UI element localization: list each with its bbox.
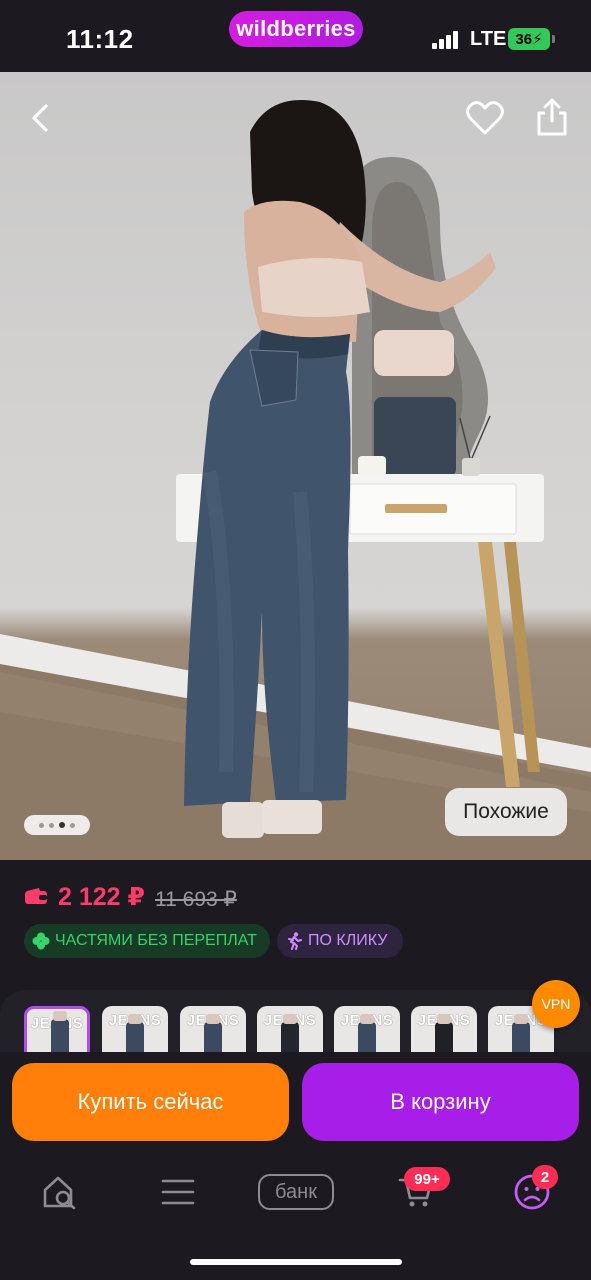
battery-icon: 36 ⚡ (508, 28, 555, 50)
vpn-bubble[interactable]: VPN (532, 980, 580, 1028)
thumbnail-strip[interactable]: JEANS JEANS JEANS JEANS JEANS JEANS JEAN… (0, 990, 591, 1060)
cart-count-badge: 99+ (404, 1167, 450, 1191)
installments-label: ЧАСТЯМИ БЕЗ ПЕРЕПЛАТ (55, 932, 257, 949)
battery-level: 36 (515, 30, 533, 48)
tab-catalog[interactable] (158, 1170, 198, 1214)
chevron-left-icon (32, 104, 48, 132)
gallery-pagination (24, 815, 90, 835)
status-time: 11:12 (66, 24, 134, 54)
current-price: 2 122 ₽ (58, 883, 145, 911)
buy-now-button[interactable]: Купить сейчас (12, 1063, 289, 1141)
pagination-dot (70, 822, 75, 828)
charging-bolt-icon: ⚡ (532, 31, 543, 48)
menu-icon (161, 1179, 195, 1205)
home-search-icon (43, 1176, 76, 1210)
network-type: LTE (470, 28, 507, 50)
installments-badge[interactable]: ЧАСТЯМИ БЕЗ ПЕРЕПЛАТ (24, 924, 270, 958)
product-image (0, 100, 591, 860)
product-photo[interactable]: Похожие (0, 72, 591, 860)
one-click-badge[interactable]: ПО КЛИКУ (277, 924, 403, 958)
pagination-dot (39, 822, 44, 828)
pagination-dot-active (59, 822, 65, 828)
heart-icon (466, 101, 504, 135)
profile-count-badge: 2 (532, 1165, 558, 1189)
share-button[interactable] (530, 94, 574, 140)
one-click-label: ПО КЛИКУ (308, 932, 388, 949)
back-button[interactable] (20, 98, 60, 138)
similar-button[interactable]: Похожие (445, 788, 567, 836)
tab-bank[interactable]: банк (257, 1170, 335, 1214)
home-indicator (190, 1259, 402, 1265)
share-icon (537, 98, 567, 136)
price-card: 2 122 ₽ 11 693 ₽ ЧАСТЯМИ БЕЗ ПЕРЕПЛАТ ПО… (0, 860, 591, 975)
signal-icon (432, 31, 466, 49)
wallet-icon (25, 888, 47, 904)
add-to-cart-button[interactable]: В корзину (302, 1063, 579, 1141)
clover-icon (32, 932, 50, 950)
tab-home[interactable] (40, 1170, 80, 1214)
old-price: 11 693 ₽ (155, 888, 237, 911)
pagination-dot (49, 822, 54, 828)
status-bar: 11:12 wildberries LTE 36 ⚡ (0, 0, 591, 72)
favorite-button[interactable] (462, 96, 508, 140)
wildberries-logo: wildberries (229, 11, 363, 47)
running-person-icon (288, 932, 302, 950)
bank-label: банк (258, 1174, 334, 1210)
action-area: Купить сейчас В корзину (0, 1052, 591, 1152)
